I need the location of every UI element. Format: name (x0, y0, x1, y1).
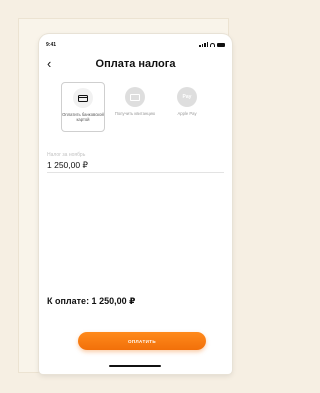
pay-button[interactable]: ОПЛАТИТЬ (78, 332, 206, 350)
phone-screen: 9:41 ‹ Оплата налога Оплатить банковской… (39, 34, 232, 374)
home-indicator (109, 365, 161, 367)
receipt-icon-circle (125, 87, 145, 107)
signal-icon (199, 42, 208, 47)
wifi-icon (210, 42, 215, 47)
page-title: Оплата налога (95, 58, 176, 70)
option-receipt-label: Получить квитанцию (114, 111, 156, 116)
status-icons (199, 42, 225, 47)
amount-underline (47, 172, 224, 173)
total-to-pay: К оплате: 1 250,00 ₽ (47, 296, 136, 306)
option-apple-pay[interactable]: Pay Apple Pay (165, 82, 209, 132)
option-receipt[interactable]: Получить квитанцию (113, 82, 157, 132)
card-icon (78, 94, 88, 102)
battery-icon (217, 42, 225, 47)
apple-pay-icon: Pay (182, 94, 192, 100)
receipt-icon (130, 93, 140, 101)
amount-label: Налог за ноябрь (47, 152, 86, 158)
card-icon-circle (73, 88, 93, 108)
apple-pay-icon-circle: Pay (177, 87, 197, 107)
option-bank-card[interactable]: Оплатить банковской картой (61, 82, 105, 132)
amount-field[interactable]: 1 250,00 ₽ (47, 160, 88, 171)
header: ‹ Оплата налога (39, 54, 232, 74)
status-bar: 9:41 (39, 34, 232, 52)
option-apple-pay-label: Apple Pay (177, 111, 197, 116)
payment-options: Оплатить банковской картой Получить квит… (61, 82, 209, 132)
status-time: 9:41 (46, 42, 57, 48)
option-bank-card-label: Оплатить банковской картой (62, 112, 104, 122)
